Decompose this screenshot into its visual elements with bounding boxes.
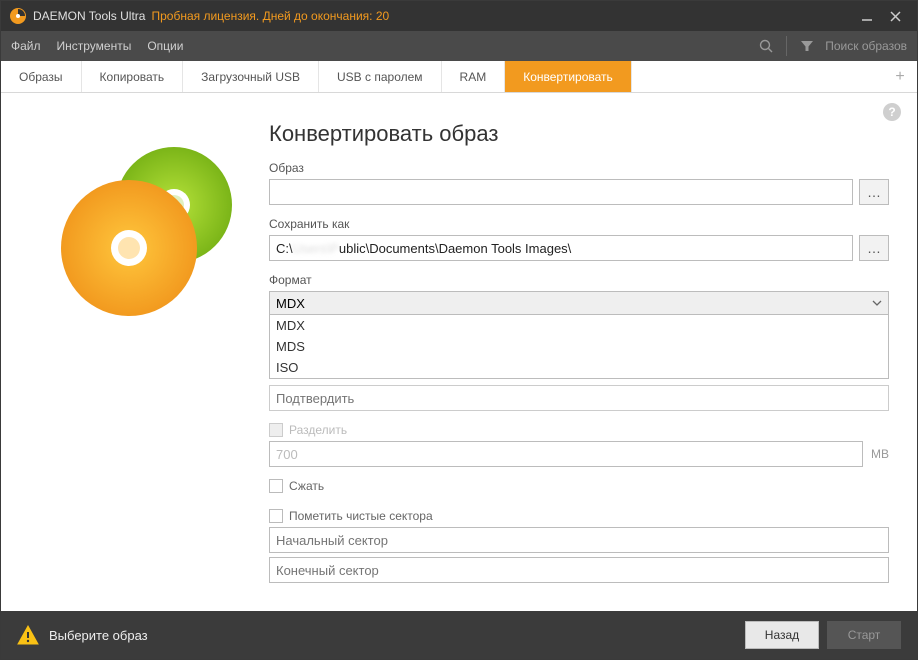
trial-notice: Пробная лицензия. Дней до окончания: 20 [151,9,389,23]
menubar: Файл Инструменты Опции Поиск образов [1,31,917,61]
mark-sectors-checkbox-row: Пометить чистые сектора [269,509,889,523]
tab-add-button[interactable]: + [883,61,917,92]
image-browse-button[interactable]: … [859,179,889,205]
titlebar: DAEMON Tools Ultra Пробная лицензия. Дне… [1,1,917,31]
mark-sectors-checkbox[interactable] [269,509,283,523]
start-button[interactable]: Старт [827,621,901,649]
compress-label: Сжать [289,479,324,493]
menu-file[interactable]: Файл [11,39,41,53]
disc-illustration [29,105,269,603]
app-window: DAEMON Tools Ultra Пробная лицензия. Дне… [0,0,918,660]
split-label: Разделить [289,423,347,437]
close-button[interactable] [881,2,909,30]
format-option-mdx[interactable]: MDX [270,315,888,336]
format-dropdown: MDX MDS ISO [269,315,889,379]
chevron-down-icon [872,296,882,311]
mark-sectors-label: Пометить чистые сектора [289,509,433,523]
end-sector-input[interactable] [269,557,889,583]
app-title: DAEMON Tools Ultra [33,9,145,23]
split-unit: MB [871,447,889,461]
search-placeholder-text[interactable]: Поиск образов [825,39,907,53]
filter-icon[interactable] [793,32,821,60]
format-option-mds[interactable]: MDS [270,336,888,357]
split-checkbox-row: Разделить [269,423,889,437]
content-area: ? Конвертировать образ Образ … Сохранить… [1,93,917,611]
format-option-iso[interactable]: ISO [270,357,888,378]
tab-convert[interactable]: Конвертировать [505,61,632,92]
format-label: Формат [269,273,889,287]
start-sector-input[interactable] [269,527,889,553]
split-checkbox[interactable] [269,423,283,437]
tab-usb-password[interactable]: USB с паролем [319,61,442,92]
menu-tools[interactable]: Инструменты [57,39,132,53]
menu-options[interactable]: Опции [147,39,183,53]
save-as-browse-button[interactable]: … [859,235,889,261]
tabs-bar: Образы Копировать Загрузочный USB USB с … [1,61,917,93]
footer-bar: Выберите образ Назад Старт [1,611,917,659]
compress-checkbox-row: Сжать [269,479,889,493]
tab-ram[interactable]: RAM [442,61,506,92]
image-label: Образ [269,161,889,175]
confirm-password-input[interactable] [269,385,889,411]
help-icon[interactable]: ? [883,103,901,121]
convert-form: Конвертировать образ Образ … Сохранить к… [269,105,889,603]
tab-images[interactable]: Образы [1,61,82,92]
tab-bootable-usb[interactable]: Загрузочный USB [183,61,319,92]
search-icon[interactable] [752,32,780,60]
footer-message: Выберите образ [49,628,148,643]
save-as-input[interactable]: C:\Users\Public\Documents\Daemon Tools I… [269,235,853,261]
app-logo-icon [9,7,27,25]
minimize-button[interactable] [853,2,881,30]
format-select[interactable]: MDX [269,291,889,315]
tab-copy[interactable]: Копировать [82,61,184,92]
save-as-label: Сохранить как [269,217,889,231]
split-size-input[interactable] [269,441,863,467]
warning-icon [17,624,39,646]
image-input[interactable] [269,179,853,205]
compress-checkbox[interactable] [269,479,283,493]
form-heading: Конвертировать образ [269,121,889,147]
back-button[interactable]: Назад [745,621,819,649]
